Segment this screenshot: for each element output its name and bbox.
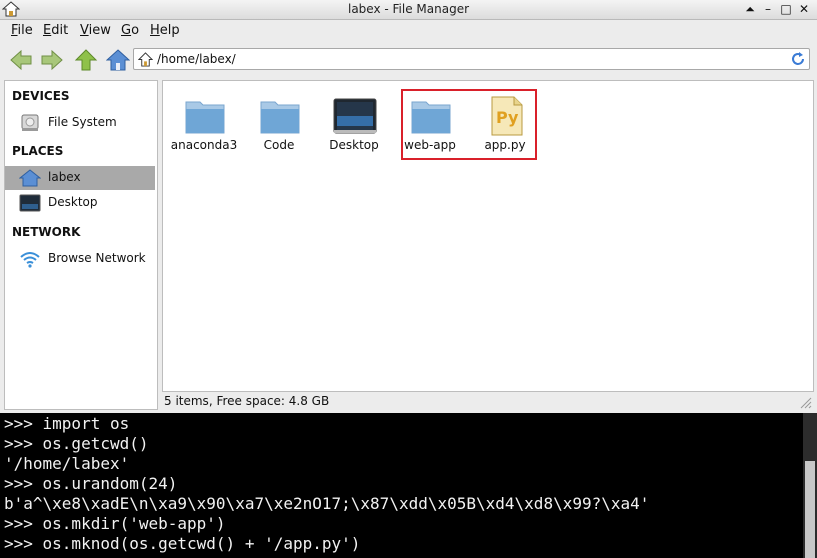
address-path: /home/labex/ — [157, 52, 236, 66]
menu-help[interactable]: Help — [150, 23, 180, 38]
sidebar-item-label: Desktop — [48, 195, 98, 209]
menu-edit[interactable]: Edit — [43, 23, 68, 38]
scrollbar-thumb[interactable] — [805, 461, 815, 558]
desktop-icon — [19, 194, 41, 212]
resize-grip-icon[interactable] — [798, 395, 812, 409]
folder-icon — [185, 101, 225, 134]
shade-button[interactable]: ⏶ — [743, 1, 757, 17]
back-arrow-icon[interactable] — [9, 48, 33, 72]
terminal[interactable]: >>> import os >>> os.getcwd() '/home/lab… — [0, 413, 817, 558]
file-item-code[interactable]: Code — [244, 93, 314, 155]
sidebar-item-label: labex — [48, 170, 81, 184]
drive-icon — [21, 114, 39, 131]
home-icon[interactable] — [106, 48, 130, 72]
minimize-button[interactable]: – — [761, 1, 775, 17]
sidebar: DEVICES File System PLACES labex Desktop… — [4, 80, 158, 410]
terminal-line: >>> os.urandom(24) — [4, 474, 178, 493]
terminal-line: >>> os.getcwd() — [4, 434, 149, 453]
sidebar-item-desktop[interactable]: Desktop — [5, 191, 155, 215]
sidebar-item-labex[interactable]: labex — [5, 166, 155, 190]
wifi-icon — [20, 252, 40, 268]
terminal-line: b'a^\xe8\xadE\n\xa9\x90\xa7\xe2nO17;\x87… — [4, 494, 650, 513]
file-name: Desktop — [329, 138, 379, 152]
forward-arrow-icon[interactable] — [40, 48, 64, 72]
status-text: 5 items, Free space: 4.8 GB — [164, 394, 330, 408]
sidebar-item-label: File System — [48, 115, 117, 129]
terminal-line: >>> os.mknod(os.getcwd() + '/app.py') — [4, 534, 361, 553]
folder-icon — [260, 101, 300, 134]
devices-heading: DEVICES — [12, 89, 70, 103]
up-arrow-icon[interactable] — [74, 48, 98, 72]
file-name: anaconda3 — [170, 138, 238, 152]
sidebar-item-file-system[interactable]: File System — [5, 111, 155, 135]
sidebar-item-label: Browse Network — [48, 251, 146, 265]
file-name: Code — [263, 138, 295, 152]
terminal-line: >>> import os — [4, 414, 130, 433]
menu-go[interactable]: Go — [121, 23, 139, 38]
window-title: labex - File Manager — [347, 2, 470, 16]
menu-bar: File Edit View Go Help — [0, 19, 817, 41]
terminal-line: '/home/labex' — [4, 454, 130, 473]
file-item-desktop[interactable]: Desktop — [319, 93, 389, 155]
places-heading: PLACES — [12, 144, 64, 158]
reload-icon[interactable] — [790, 51, 806, 67]
title-bar: labex - File Manager ⏶ – □ ✕ — [0, 0, 817, 20]
file-view: anaconda3 Code Desktop web-app Py app.py — [162, 80, 814, 392]
close-button[interactable]: ✕ — [797, 1, 811, 17]
highlight-box — [401, 89, 537, 160]
menu-view[interactable]: View — [80, 23, 111, 38]
status-bar: 5 items, Free space: 4.8 GB — [162, 392, 814, 411]
home-icon — [138, 52, 153, 67]
desktop-folder-icon — [333, 98, 377, 134]
terminal-scrollbar[interactable] — [803, 413, 817, 558]
maximize-button[interactable]: □ — [779, 1, 793, 17]
menu-file[interactable]: File — [11, 23, 33, 38]
file-manager-window: labex - File Manager ⏶ – □ ✕ File Edit V… — [0, 0, 817, 413]
terminal-line: >>> os.mkdir('web-app') — [4, 514, 226, 533]
address-bar[interactable]: /home/labex/ — [133, 48, 810, 70]
sidebar-item-browse-network[interactable]: Browse Network — [5, 247, 155, 271]
home-folder-icon — [19, 169, 41, 187]
file-item-anaconda3[interactable]: anaconda3 — [169, 93, 239, 155]
network-heading: NETWORK — [12, 225, 81, 239]
